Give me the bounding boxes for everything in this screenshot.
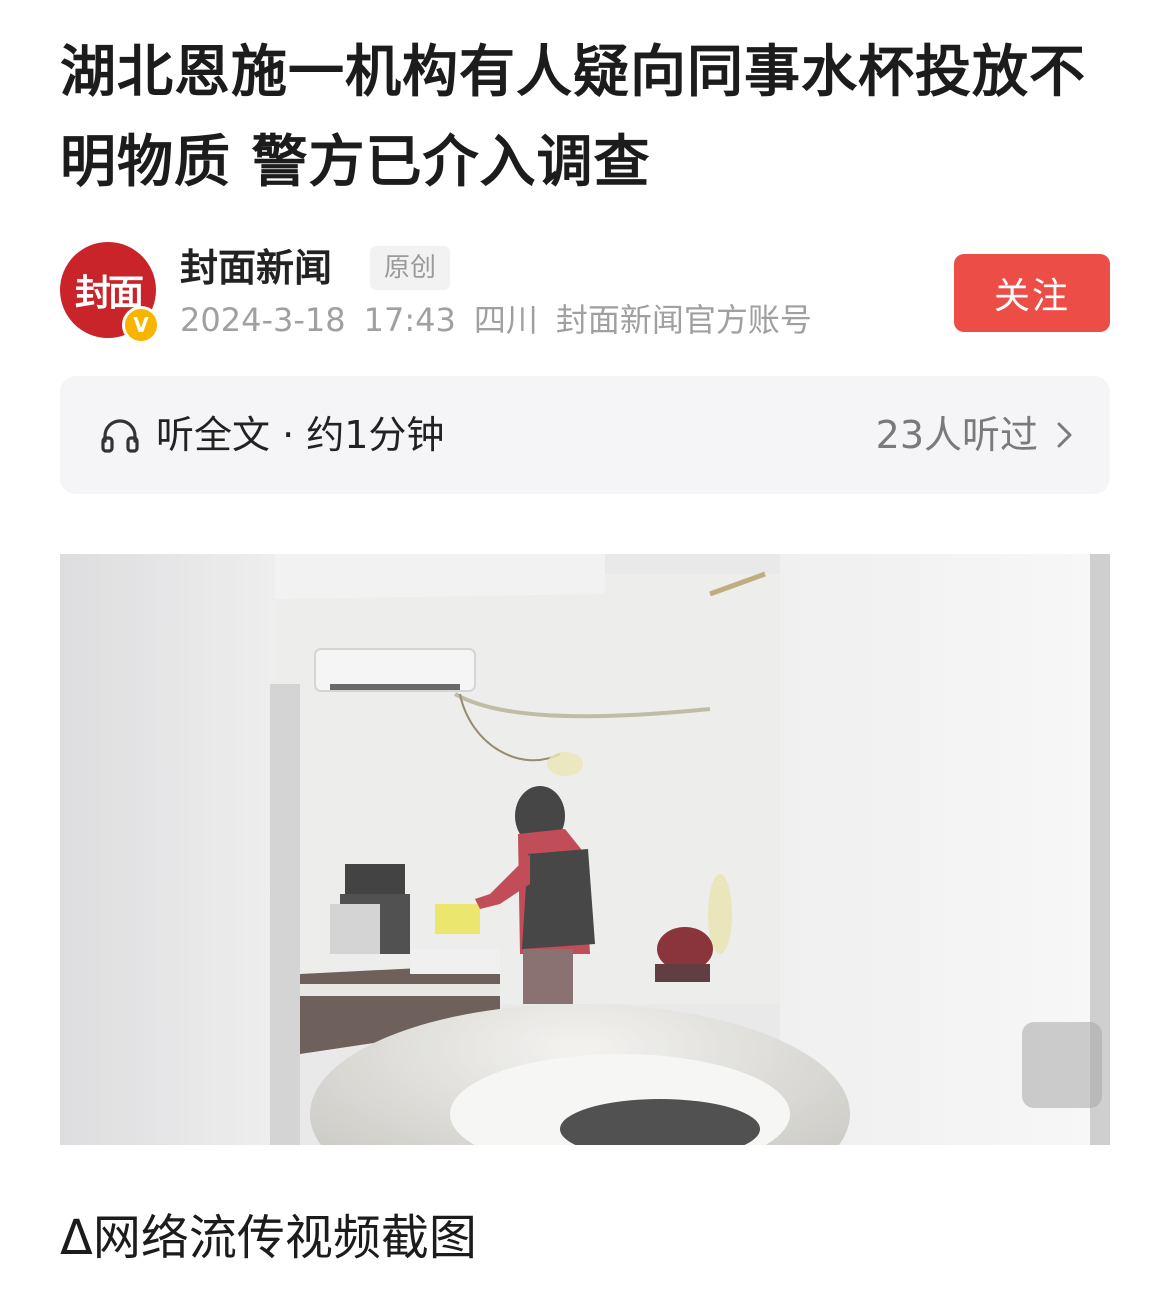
article-title: 湖北恩施一机构有人疑向同事水杯投放不明物质 警方已介入调查	[60, 40, 1086, 195]
surveillance-screenshot	[60, 554, 1110, 1145]
original-badge: 原创	[370, 246, 451, 290]
follow-button[interactable]: 关注	[954, 254, 1110, 332]
publish-date: 2024-3-18	[180, 301, 346, 339]
listen-full-text-bar[interactable]: 听全文 · 约1分钟 23人听过	[60, 376, 1110, 494]
chevron-right-icon	[1057, 422, 1072, 448]
publish-location: 四川	[473, 301, 538, 339]
author-name[interactable]: 封面新闻	[180, 244, 332, 292]
account-description: 封面新闻官方账号	[555, 301, 812, 339]
verified-icon: V	[122, 306, 160, 344]
article-photo[interactable]	[60, 554, 1110, 1145]
listen-label: 听全文 · 约1分钟	[156, 413, 445, 457]
author-row: 封面 V 封面新闻 原创 2024-3-18 17:43 四川 封面新闻官方账号 关注	[60, 240, 1110, 344]
listen-count: 23人听过	[875, 413, 1038, 457]
headphone-icon	[101, 419, 139, 453]
photo-caption: Δ网络流传视频截图	[60, 1210, 477, 1266]
article-meta: 2024-3-18 17:43 四川 封面新闻官方账号	[180, 300, 830, 340]
publish-time: 17:43	[363, 301, 456, 339]
